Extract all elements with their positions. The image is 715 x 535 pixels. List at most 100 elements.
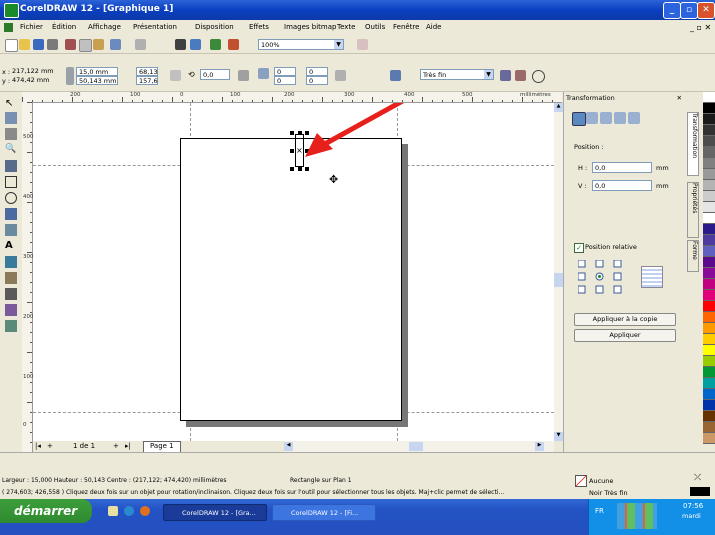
task-coreldraw-1[interactable]: CorelDRAW 12 - [Gra... [163,504,267,521]
open-icon[interactable] [19,39,30,50]
crop-tool-icon[interactable] [5,128,17,140]
color-swatch[interactable] [703,191,715,202]
vertical-scrollbar[interactable]: ▲ ▼ [554,103,563,441]
coreldraw-app-icon[interactable] [4,3,19,18]
color-swatch[interactable] [703,433,715,444]
menu-images-bitmap[interactable]: Images bitmap [284,23,336,31]
color-swatch[interactable] [703,400,715,411]
h-position-field[interactable]: 0,0 [592,162,652,173]
menu-affichage[interactable]: Affichage [88,23,121,31]
position-mode-icon[interactable] [572,112,586,126]
export-icon[interactable] [190,39,201,50]
start-button[interactable]: démarrer [0,499,92,523]
menu-fenetre[interactable]: Fenêtre [393,23,419,31]
corner-b-field[interactable]: 0 [274,76,296,85]
relative-position-checkbox[interactable]: ✓ [574,243,584,253]
rotation-field[interactable]: 0,0 [200,69,230,80]
wrap-text-icon[interactable] [335,70,346,81]
color-swatch[interactable] [703,257,715,268]
color-swatch[interactable] [703,169,715,180]
snap-icon[interactable] [357,39,368,50]
color-swatch[interactable] [703,158,715,169]
undo-icon[interactable] [110,39,121,50]
color-swatch[interactable] [703,136,715,147]
lock-ratio-icon[interactable] [170,70,181,81]
corner-roundness-icon[interactable] [258,68,269,79]
color-swatch[interactable] [703,367,715,378]
rotate-mode-icon[interactable] [586,112,598,124]
paste-icon[interactable] [93,39,104,50]
skew-mode-icon[interactable] [628,112,640,124]
menu-aide[interactable]: Aide [426,23,441,31]
scroll-thumb[interactable] [554,273,563,287]
print-icon[interactable] [47,39,58,50]
minimize-button[interactable]: _ [663,2,681,19]
scale-mode-icon[interactable] [600,112,612,124]
color-swatch[interactable] [703,147,715,158]
color-swatch[interactable] [703,290,715,301]
import-icon[interactable] [175,39,186,50]
selection-handle[interactable] [290,131,294,135]
cut-icon[interactable] [65,39,76,50]
color-swatch[interactable] [703,411,715,422]
outline-tool-icon[interactable] [5,288,17,300]
scroll-up-icon[interactable]: ▲ [554,103,563,112]
color-swatch[interactable] [703,235,715,246]
menu-effets[interactable]: Effets [249,23,269,31]
eyedropper-icon[interactable] [5,272,17,284]
color-swatch[interactable] [703,323,715,334]
media-player-icon[interactable] [140,506,150,516]
tab-forme[interactable]: Forme [687,240,699,272]
menu-texte[interactable]: Texte [337,23,355,31]
quicklaunch-icon[interactable] [108,506,118,516]
new-icon[interactable] [5,39,18,52]
scroll-right-icon[interactable]: ▶ [535,442,544,451]
selection-handle[interactable] [298,131,302,135]
scale-width-field[interactable]: 68,13 [136,67,158,76]
horizontal-scrollbar[interactable]: ◀ ▶ [284,441,554,452]
text-tool-icon[interactable]: A [5,240,17,252]
pick-tool-icon[interactable]: ↖ [5,98,17,110]
color-swatch[interactable] [703,114,715,125]
color-swatch[interactable] [703,246,715,257]
tab-transformation[interactable]: Transformation [687,112,699,176]
freehand-tool-icon[interactable] [5,160,17,172]
interactive-blend-icon[interactable] [5,256,17,268]
selection-handle[interactable] [290,149,294,153]
menu-fichier[interactable]: Fichier [20,23,43,31]
document-icon[interactable] [4,23,13,32]
color-swatch[interactable] [703,180,715,191]
docker-close-icon[interactable]: ✕ [677,94,682,102]
restore-button[interactable]: ▫ [680,2,698,19]
convert-to-curves-icon[interactable] [532,70,545,83]
apply-button[interactable]: Appliquer [574,329,676,342]
basic-shapes-icon[interactable] [5,224,17,236]
color-swatch[interactable] [703,202,715,213]
polygon-tool-icon[interactable] [5,208,17,220]
docker-expand-icon[interactable]: ⤫ [694,473,701,483]
x-position-field[interactable]: 217,122 mm [10,67,58,76]
application-launcher-icon[interactable] [210,39,221,50]
selection-handle[interactable] [290,167,294,171]
menu-disposition[interactable]: Disposition [195,23,234,31]
color-swatch[interactable] [703,422,715,433]
scale-height-field[interactable]: 157,6 [136,76,158,85]
copy-icon[interactable] [79,39,92,52]
color-swatch[interactable] [703,378,715,389]
color-swatch[interactable] [703,301,715,312]
interactive-fill-icon[interactable] [5,320,17,332]
color-swatch[interactable] [703,312,715,323]
redo-icon[interactable] [135,39,146,50]
scroll-left-icon[interactable]: ◀ [284,442,293,451]
color-swatch[interactable] [703,92,715,103]
tray-icons[interactable] [617,503,657,529]
drawing-canvas[interactable]: × ✥ [33,103,554,441]
menu-outils[interactable]: Outils [365,23,385,31]
width-field[interactable]: 15,0 mm [76,67,118,76]
color-swatch[interactable] [703,268,715,279]
menu-presentation[interactable]: Présentation [133,23,177,31]
selection-handle[interactable] [305,167,309,171]
first-page-icon[interactable]: |◂ [35,442,41,450]
ellipse-tool-icon[interactable] [5,192,17,204]
color-swatch[interactable] [703,389,715,400]
